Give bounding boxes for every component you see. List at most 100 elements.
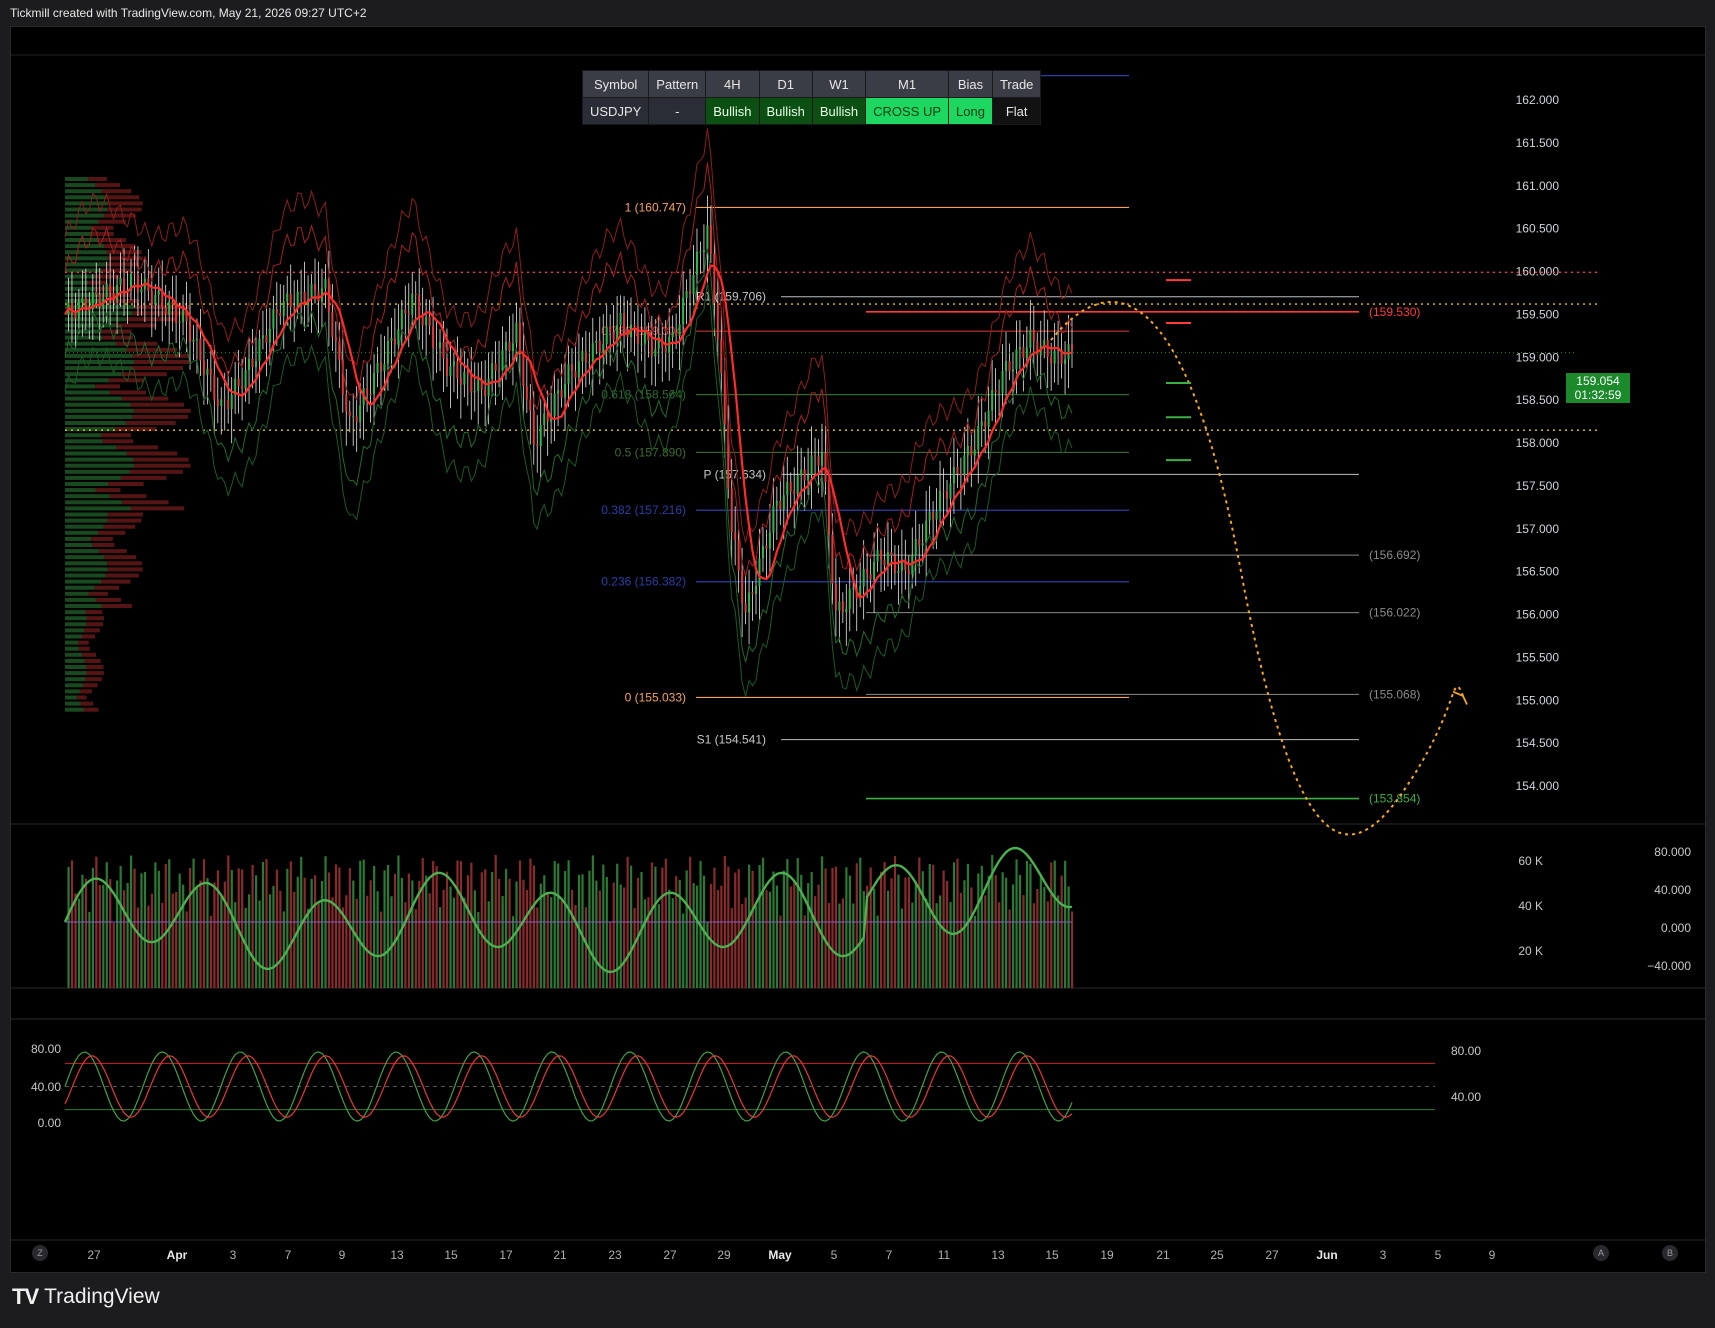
candle-body (404, 309, 407, 314)
candle-body (258, 338, 261, 361)
volume-profile-sell (101, 433, 132, 438)
volume-bar (664, 858, 667, 988)
volume-bar (91, 867, 94, 988)
volume-bar (1067, 886, 1070, 988)
candle-body (866, 568, 869, 575)
candle-body (650, 340, 653, 357)
candle-body (282, 301, 285, 316)
volume-bar (373, 865, 376, 988)
tradingview-logo[interactable]: TV TradingView (12, 1284, 160, 1310)
volume-profile-buy (65, 658, 85, 663)
candle-body (390, 338, 393, 341)
volume-bar (574, 905, 577, 988)
chart-canvas[interactable]: 162.000 161.500 161.000 160.500 160.000 159.5… (11, 27, 1705, 1272)
volume-bar (223, 881, 226, 988)
candle-body (1064, 359, 1067, 364)
volume-profile-buy (65, 640, 79, 645)
volume-bar (584, 907, 588, 988)
volume-bar (88, 911, 91, 988)
volume-profile-buy (65, 591, 89, 596)
volume-bar (366, 895, 369, 988)
volume-profile-sell (107, 518, 142, 523)
volume-profile-sell (108, 482, 144, 486)
price-tick: 162.000 (1516, 93, 1560, 107)
candle-body (442, 341, 445, 359)
volume-bar (671, 898, 674, 988)
oscillator-tick: −40.000 (1647, 959, 1691, 973)
volume-bar (1008, 909, 1011, 988)
chart-frame[interactable]: 162.000 161.500 161.000 160.500 160.000 159.5… (10, 26, 1706, 1273)
candle-body (841, 601, 844, 613)
candle-body (428, 316, 431, 326)
candle-body (925, 520, 928, 544)
price-tick: 161.500 (1516, 136, 1560, 150)
volume-profile-buy (65, 689, 80, 694)
volume-bar (932, 864, 935, 988)
candle-body (202, 360, 205, 376)
candle-body (397, 328, 400, 345)
volume-bar (77, 898, 81, 988)
price-tick: 160.000 (1516, 265, 1560, 279)
log-scale-button[interactable]: B (1662, 1245, 1678, 1261)
volume-bar (282, 911, 285, 988)
candle-body (782, 495, 785, 510)
volume-bar (289, 861, 292, 988)
candle-body (984, 421, 987, 428)
oscillator-tick: 40.000 (1654, 883, 1691, 897)
table-value-d1: Bullish (758, 97, 813, 125)
volume-profile-sell (121, 500, 169, 505)
candle-body (268, 328, 271, 343)
volume-bar (782, 870, 785, 988)
zoom-button[interactable]: Z (32, 1245, 48, 1261)
candle-body (241, 386, 244, 390)
volume-bar (435, 866, 438, 988)
volume-bar (855, 863, 858, 988)
volume-bar (928, 864, 931, 988)
candle-body (741, 570, 744, 604)
table-value-pattern: - (648, 97, 707, 125)
stoch-tick-left: 0.00 (38, 1116, 62, 1130)
last-price: 159.054 (1576, 374, 1620, 388)
time-tick: 15 (444, 1248, 458, 1262)
volume-bar (195, 888, 199, 988)
volume-profile-buy (65, 469, 130, 474)
volume-profile-buy (65, 610, 86, 615)
candle-body (366, 388, 369, 395)
volume-profile-buy (65, 201, 108, 206)
volume-bar (112, 922, 115, 988)
volume-bar (338, 867, 341, 988)
volume-bar (668, 889, 671, 988)
volume-bar (963, 880, 966, 988)
volume-bar (588, 870, 591, 988)
volume-bar (498, 878, 501, 988)
candle-body (775, 500, 778, 506)
volume-bar (525, 889, 529, 988)
candle-body (452, 361, 455, 367)
volume-bar (814, 896, 817, 988)
price-tick: 157.500 (1516, 479, 1560, 493)
volume-bar (175, 892, 178, 988)
candle-body (577, 361, 580, 378)
volume-profile-buy (65, 518, 108, 523)
candle-body (848, 589, 851, 609)
last-price-label: 159.054 01:32:59 (1566, 373, 1630, 403)
candle-body (779, 500, 782, 510)
candle-body (949, 483, 952, 499)
candle-body (279, 312, 282, 316)
candle-body (411, 293, 414, 315)
candle-body (560, 390, 563, 398)
volume-bar (907, 876, 910, 988)
candle-body (393, 338, 396, 345)
volume-profile-buy (65, 561, 108, 566)
volume-profile-sell (101, 189, 132, 194)
volume-profile-sell (125, 421, 176, 425)
candle-body (970, 445, 973, 456)
auto-scale-button[interactable]: A (1593, 1245, 1609, 1261)
candle-body (105, 283, 108, 298)
volume-bar (650, 862, 654, 988)
volume-bar (765, 890, 768, 988)
candle-body (640, 343, 643, 345)
volume-bar (67, 866, 70, 988)
time-tick: 5 (831, 1248, 838, 1262)
candle-body (702, 249, 705, 252)
